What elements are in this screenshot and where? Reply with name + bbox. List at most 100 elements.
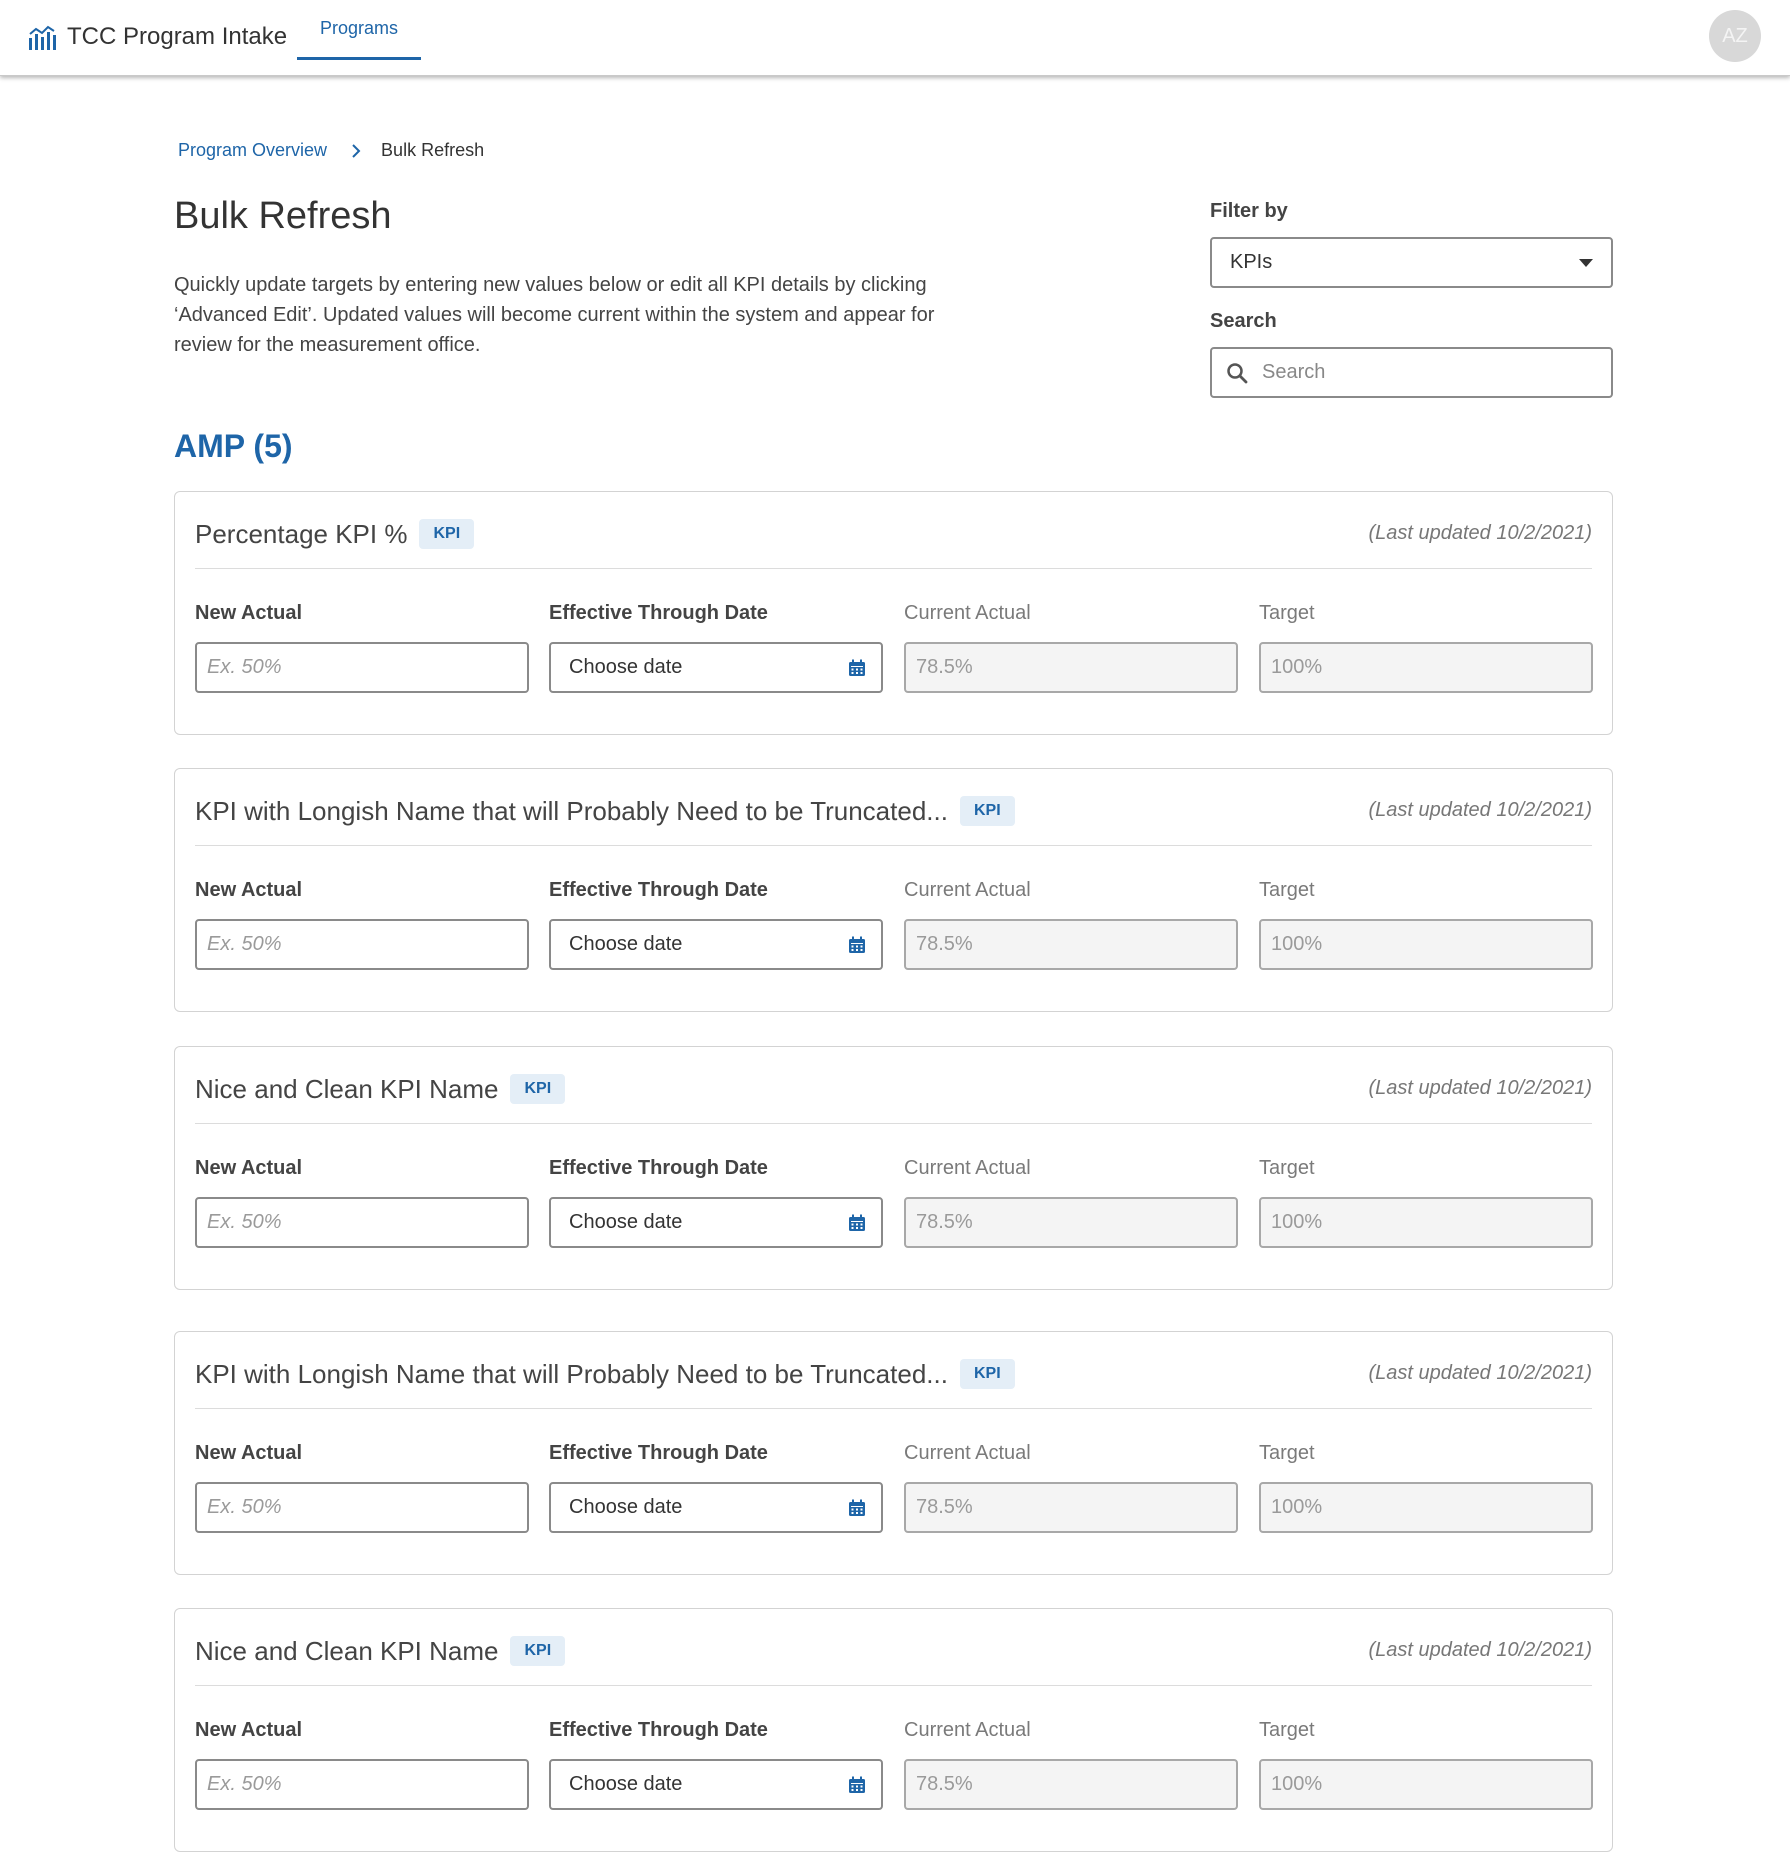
divider	[195, 845, 1592, 846]
effective-date-field: Effective Through Date Choose date	[549, 602, 883, 693]
effective-date-field: Effective Through Date Choose date	[549, 879, 883, 970]
new-actual-input[interactable]	[207, 656, 507, 679]
new-actual-input[interactable]	[207, 933, 507, 956]
kpi-card: KPI with Longish Name that will Probably…	[174, 1331, 1613, 1575]
page-description: Quickly update targets by entering new v…	[174, 274, 935, 356]
tab-programs[interactable]: Programs	[297, 0, 421, 60]
last-updated: (Last updated 10/2/2021)	[1368, 522, 1592, 544]
effective-date-label: Effective Through Date	[549, 1157, 768, 1179]
kpi-name: Nice and Clean KPI Name	[195, 1635, 499, 1666]
target-field: Target 100%	[1259, 879, 1593, 970]
target-field: Target 100%	[1259, 1442, 1593, 1533]
divider	[195, 1685, 1592, 1686]
divider	[195, 568, 1592, 569]
search-input[interactable]	[1262, 361, 1582, 384]
kpi-card-header: Percentage KPI % KPI (Last updated 10/2/…	[195, 516, 1592, 552]
new-actual-label: New Actual	[195, 1442, 303, 1464]
new-actual-box[interactable]	[195, 1482, 529, 1533]
search-icon	[1227, 362, 1248, 383]
target-label: Target	[1259, 1157, 1315, 1179]
new-actual-label: New Actual	[195, 602, 303, 624]
kpi-card-header: KPI with Longish Name that will Probably…	[195, 1356, 1592, 1392]
kpi-badge: KPI	[419, 519, 475, 549]
top-nav-bar: TCC Program Intake Programs AZ	[0, 0, 1790, 76]
current-actual-label: Current Actual	[904, 602, 1031, 624]
target-value: 100%	[1259, 919, 1593, 970]
calendar-icon[interactable]	[847, 1213, 867, 1233]
new-actual-box[interactable]	[195, 1759, 529, 1810]
new-actual-box[interactable]	[195, 1197, 529, 1248]
date-picker-value: Choose date	[569, 1211, 683, 1233]
calendar-icon[interactable]	[847, 1498, 867, 1518]
kpi-card: Percentage KPI % KPI (Last updated 10/2/…	[174, 491, 1613, 735]
kpi-card: Nice and Clean KPI Name KPI (Last update…	[174, 1046, 1613, 1290]
current-actual-label: Current Actual	[904, 1157, 1031, 1179]
current-actual-field: Current Actual 78.5%	[904, 1442, 1238, 1533]
new-actual-input[interactable]	[207, 1496, 507, 1519]
bar-chart-logo-icon	[29, 25, 56, 50]
date-picker-value: Choose date	[569, 1773, 683, 1795]
new-actual-box[interactable]	[195, 642, 529, 693]
kpi-card-header: Nice and Clean KPI Name KPI (Last update…	[195, 1071, 1592, 1107]
filter-label: Filter by	[1210, 200, 1288, 222]
new-actual-field: New Actual	[195, 1157, 529, 1248]
date-picker[interactable]: Choose date	[549, 919, 883, 970]
breadcrumb: Program Overview Bulk Refresh	[178, 140, 484, 161]
caret-down-icon	[1579, 259, 1593, 267]
tab-programs-label: Programs	[319, 18, 399, 38]
target-value: 100%	[1259, 1482, 1593, 1533]
target-field: Target 100%	[1259, 1157, 1593, 1248]
calendar-icon[interactable]	[847, 658, 867, 678]
effective-date-field: Effective Through Date Choose date	[549, 1719, 883, 1810]
effective-date-label: Effective Through Date	[549, 602, 768, 624]
brand[interactable]: TCC Program Intake	[27, 22, 287, 52]
effective-date-label: Effective Through Date	[549, 1719, 768, 1741]
kpi-name: Percentage KPI %	[195, 518, 408, 549]
last-updated: (Last updated 10/2/2021)	[1368, 1362, 1592, 1384]
kpi-badge: KPI	[959, 1359, 1015, 1389]
kpi-badge: KPI	[959, 796, 1015, 826]
kpi-card-header: Nice and Clean KPI Name KPI (Last update…	[195, 1633, 1592, 1669]
target-label: Target	[1259, 1442, 1315, 1464]
current-actual-label: Current Actual	[904, 1719, 1031, 1741]
new-actual-input[interactable]	[207, 1211, 507, 1234]
target-value: 100%	[1259, 642, 1593, 693]
target-value: 100%	[1259, 1197, 1593, 1248]
date-picker[interactable]: Choose date	[549, 1197, 883, 1248]
filter-select[interactable]: KPIs	[1210, 237, 1613, 288]
date-picker[interactable]: Choose date	[549, 1759, 883, 1810]
new-actual-field: New Actual	[195, 1719, 529, 1810]
avatar[interactable]: AZ	[1709, 10, 1761, 62]
target-label: Target	[1259, 879, 1315, 901]
breadcrumb-current: Bulk Refresh	[381, 140, 485, 160]
new-actual-box[interactable]	[195, 919, 529, 970]
new-actual-field: New Actual	[195, 602, 529, 693]
target-label: Target	[1259, 1719, 1315, 1741]
filter-selected-value: KPIs	[1230, 251, 1273, 273]
chevron-right-icon	[352, 143, 361, 158]
last-updated: (Last updated 10/2/2021)	[1368, 799, 1592, 821]
current-actual-value: 78.5%	[904, 1197, 1238, 1248]
search-field[interactable]	[1210, 347, 1613, 398]
new-actual-label: New Actual	[195, 1719, 303, 1741]
new-actual-input[interactable]	[207, 1773, 507, 1796]
current-actual-field: Current Actual 78.5%	[904, 602, 1238, 693]
date-picker[interactable]: Choose date	[549, 1482, 883, 1533]
kpi-card: Nice and Clean KPI Name KPI (Last update…	[174, 1608, 1613, 1852]
divider	[195, 1123, 1592, 1124]
divider	[195, 1408, 1592, 1409]
date-picker[interactable]: Choose date	[549, 642, 883, 693]
breadcrumb-link-program-overview[interactable]: Program Overview	[178, 140, 327, 161]
new-actual-label: New Actual	[195, 1157, 303, 1179]
effective-date-field: Effective Through Date Choose date	[549, 1157, 883, 1248]
last-updated: (Last updated 10/2/2021)	[1368, 1077, 1592, 1099]
calendar-icon[interactable]	[847, 935, 867, 955]
app-title: TCC Program Intake	[67, 23, 288, 50]
new-actual-field: New Actual	[195, 879, 529, 970]
current-actual-field: Current Actual 78.5%	[904, 1157, 1238, 1248]
current-actual-field: Current Actual 78.5%	[904, 879, 1238, 970]
kpi-badge: KPI	[510, 1074, 566, 1104]
calendar-icon[interactable]	[847, 1775, 867, 1795]
kpi-name: Nice and Clean KPI Name	[195, 1073, 499, 1104]
effective-date-label: Effective Through Date	[549, 879, 768, 901]
